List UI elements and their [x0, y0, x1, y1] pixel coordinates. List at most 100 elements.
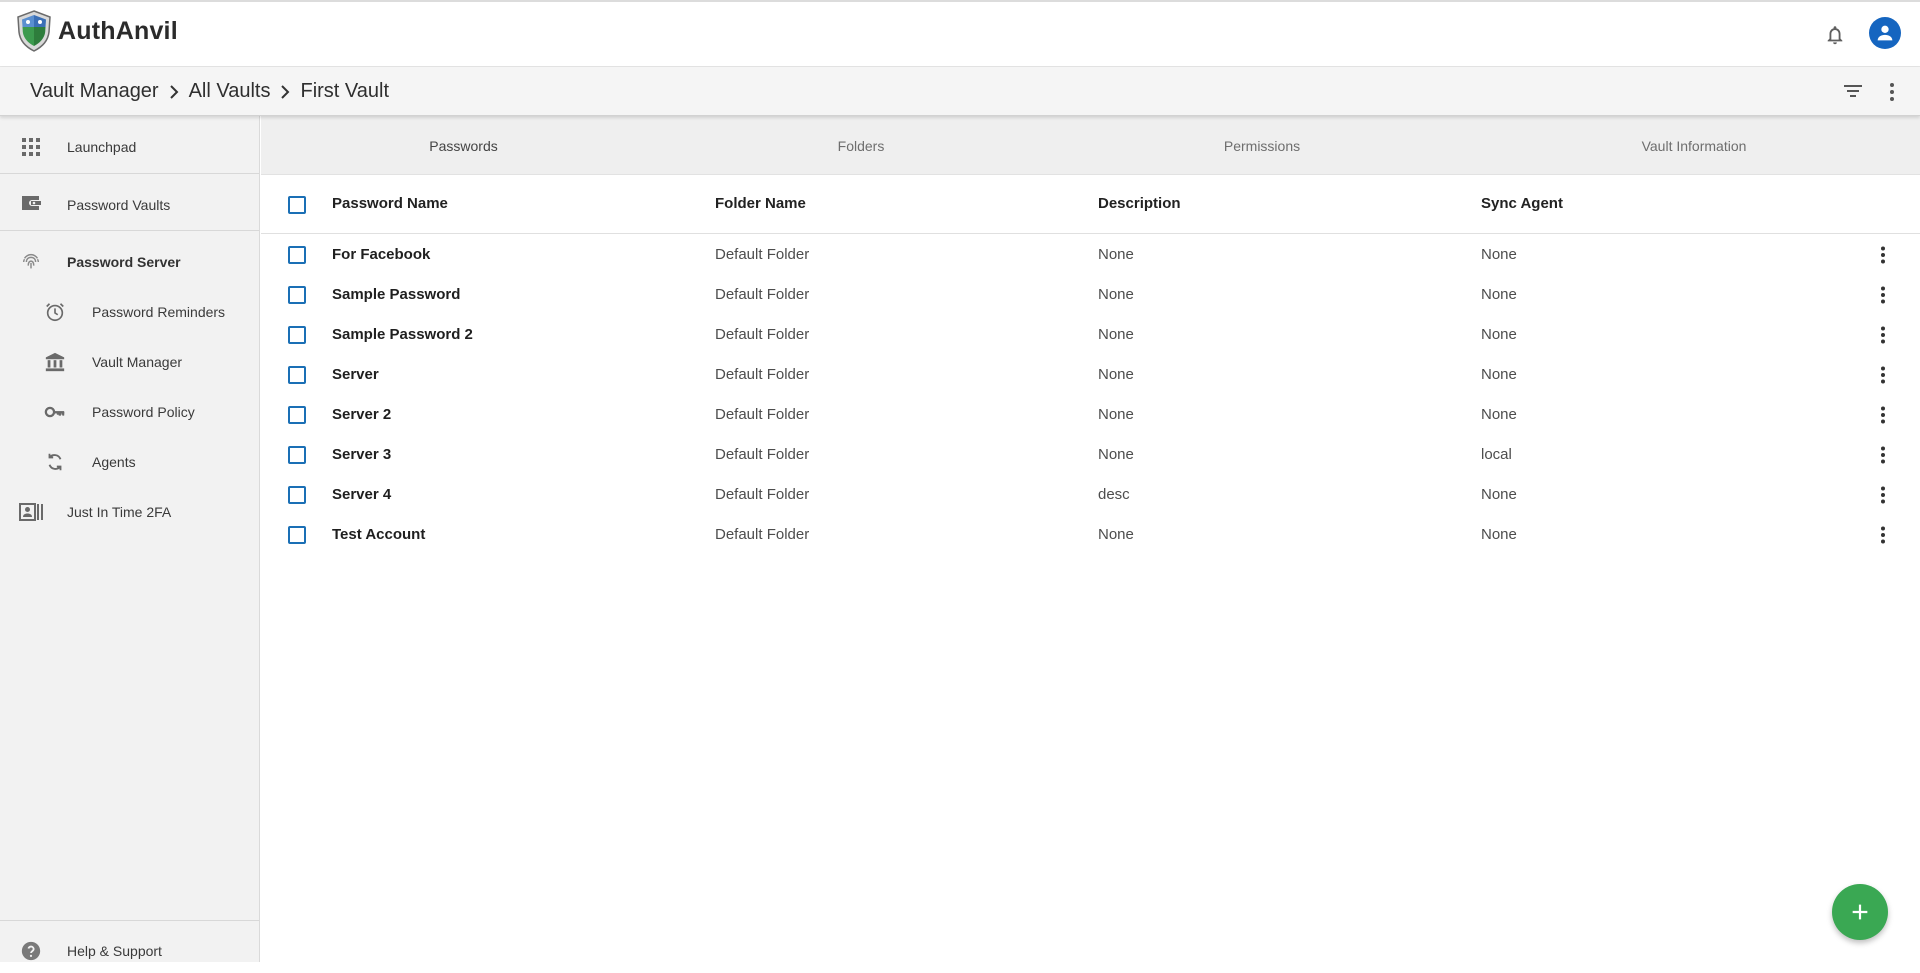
cell-sync-agent: None	[1481, 526, 1517, 543]
cell-description: None	[1098, 366, 1134, 383]
row-checkbox[interactable]	[288, 406, 306, 424]
breadcrumb-first-vault: First Vault	[300, 80, 390, 102]
chevron-right-icon	[281, 84, 290, 99]
sidebar-item-label: Help & Support	[67, 943, 162, 959]
select-all-checkbox[interactable]	[288, 196, 306, 214]
row-checkbox[interactable]	[288, 286, 306, 304]
column-header-password-name[interactable]: Password Name	[332, 195, 448, 212]
more-vert-icon	[1881, 526, 1885, 544]
table-header: Password Name Folder Name Description Sy…	[261, 175, 1920, 234]
row-more-button[interactable]	[1873, 485, 1893, 505]
cell-sync-agent: None	[1481, 406, 1517, 423]
tab-permissions[interactable]: Permissions	[1056, 116, 1468, 175]
table-row[interactable]: Server 2 Default Folder None None	[261, 395, 1920, 435]
row-more-button[interactable]	[1873, 525, 1893, 545]
tab-passwords[interactable]: Passwords	[261, 116, 666, 175]
row-checkbox[interactable]	[288, 366, 306, 384]
sidebar-item-label: Password Vaults	[67, 197, 171, 213]
more-vert-icon	[1881, 406, 1885, 424]
table-row[interactable]: Test Account Default Folder None None	[261, 515, 1920, 555]
row-more-button[interactable]	[1873, 325, 1893, 345]
table-row[interactable]: Sample Password 2 Default Folder None None	[261, 315, 1920, 355]
breadcrumb-bar: Vault Manager All Vaults First Vault	[0, 67, 1920, 116]
sidebar-item-agents[interactable]: Agents	[0, 440, 259, 484]
cell-password-name[interactable]: For Facebook	[332, 246, 430, 263]
row-more-button[interactable]	[1873, 285, 1893, 305]
add-password-button[interactable]	[1832, 884, 1888, 940]
row-more-button[interactable]	[1873, 405, 1893, 425]
top-app-bar: AuthAnvil	[0, 0, 1920, 67]
cell-description: None	[1098, 446, 1134, 463]
id-card-icon	[19, 500, 43, 524]
table-row[interactable]: Sample Password Default Folder None None	[261, 275, 1920, 315]
row-more-button[interactable]	[1873, 245, 1893, 265]
key-icon	[43, 400, 67, 424]
tab-vault-information[interactable]: Vault Information	[1468, 116, 1920, 175]
table-row[interactable]: Server 3 Default Folder None local	[261, 435, 1920, 475]
cell-sync-agent: local	[1481, 446, 1512, 463]
cell-folder-name: Default Folder	[715, 526, 810, 543]
cell-description: None	[1098, 526, 1134, 543]
column-header-sync-agent[interactable]: Sync Agent	[1481, 195, 1563, 212]
breadcrumb-all-vaults[interactable]: All Vaults	[189, 80, 271, 103]
cell-sync-agent: None	[1481, 366, 1517, 383]
column-header-folder-name[interactable]: Folder Name	[715, 195, 806, 212]
more-vert-icon	[1881, 326, 1885, 344]
cell-password-name[interactable]: Server	[332, 366, 379, 383]
tab-bar: Passwords Folders Permissions Vault Info…	[261, 116, 1920, 175]
shield-logo-icon	[17, 10, 51, 52]
cell-description: None	[1098, 326, 1134, 343]
sidebar-item-password-server[interactable]: Password Server	[0, 240, 259, 284]
bell-icon[interactable]	[1824, 23, 1846, 47]
row-more-button[interactable]	[1873, 445, 1893, 465]
row-checkbox[interactable]	[288, 326, 306, 344]
plus-icon	[1852, 904, 1868, 920]
row-checkbox[interactable]	[288, 446, 306, 464]
sidebar-item-label: Just In Time 2FA	[67, 504, 172, 520]
sidebar-item-label: Launchpad	[67, 139, 137, 155]
help-icon	[19, 939, 43, 963]
row-checkbox[interactable]	[288, 526, 306, 544]
breadcrumb-vault-manager[interactable]: Vault Manager	[30, 80, 159, 103]
more-vert-icon[interactable]	[1889, 82, 1895, 102]
cell-folder-name: Default Folder	[715, 326, 810, 343]
cell-description: None	[1098, 286, 1134, 303]
cell-folder-name: Default Folder	[715, 286, 810, 303]
cell-password-name[interactable]: Sample Password 2	[332, 326, 473, 343]
sidebar-item-help-support[interactable]: Help & Support	[0, 929, 259, 973]
filter-icon[interactable]	[1843, 83, 1863, 99]
cell-sync-agent: None	[1481, 286, 1517, 303]
cell-password-name[interactable]: Test Account	[332, 526, 425, 543]
row-more-button[interactable]	[1873, 365, 1893, 385]
divider	[0, 920, 259, 921]
user-avatar-button[interactable]	[1869, 17, 1901, 49]
table-row[interactable]: Server 4 Default Folder desc None	[261, 475, 1920, 515]
fingerprint-icon	[19, 250, 43, 274]
app-logo[interactable]: AuthAnvil	[16, 10, 178, 52]
breadcrumb: Vault Manager All Vaults First Vault	[30, 80, 389, 103]
cell-password-name[interactable]: Server 3	[332, 446, 391, 463]
table-row[interactable]: For Facebook Default Folder None None	[261, 235, 1920, 275]
table-row[interactable]: Server Default Folder None None	[261, 355, 1920, 395]
cell-folder-name: Default Folder	[715, 486, 810, 503]
sidebar-item-launchpad[interactable]: Launchpad	[0, 125, 259, 169]
cell-password-name[interactable]: Server 4	[332, 486, 391, 503]
column-header-description[interactable]: Description	[1098, 195, 1181, 212]
sidebar-item-password-policy[interactable]: Password Policy	[0, 390, 259, 434]
chevron-right-icon	[169, 84, 179, 99]
row-checkbox[interactable]	[288, 246, 306, 264]
alarm-icon	[43, 300, 67, 324]
tab-folders[interactable]: Folders	[666, 116, 1056, 175]
cell-password-name[interactable]: Sample Password	[332, 286, 460, 303]
sidebar-item-password-vaults[interactable]: Password Vaults	[0, 183, 259, 227]
row-checkbox[interactable]	[288, 486, 306, 504]
cell-password-name[interactable]: Server 2	[332, 406, 391, 423]
sidebar-item-label: Password Reminders	[92, 304, 226, 320]
sidebar-item-just-in-time-2fa[interactable]: Just In Time 2FA	[0, 490, 259, 534]
cell-description: None	[1098, 246, 1134, 263]
more-vert-icon	[1881, 286, 1885, 304]
sidebar-item-vault-manager[interactable]: Vault Manager	[0, 340, 259, 384]
sidebar-item-label: Vault Manager	[92, 354, 183, 370]
more-vert-icon	[1881, 246, 1885, 264]
sidebar-item-password-reminders[interactable]: Password Reminders	[0, 290, 259, 334]
